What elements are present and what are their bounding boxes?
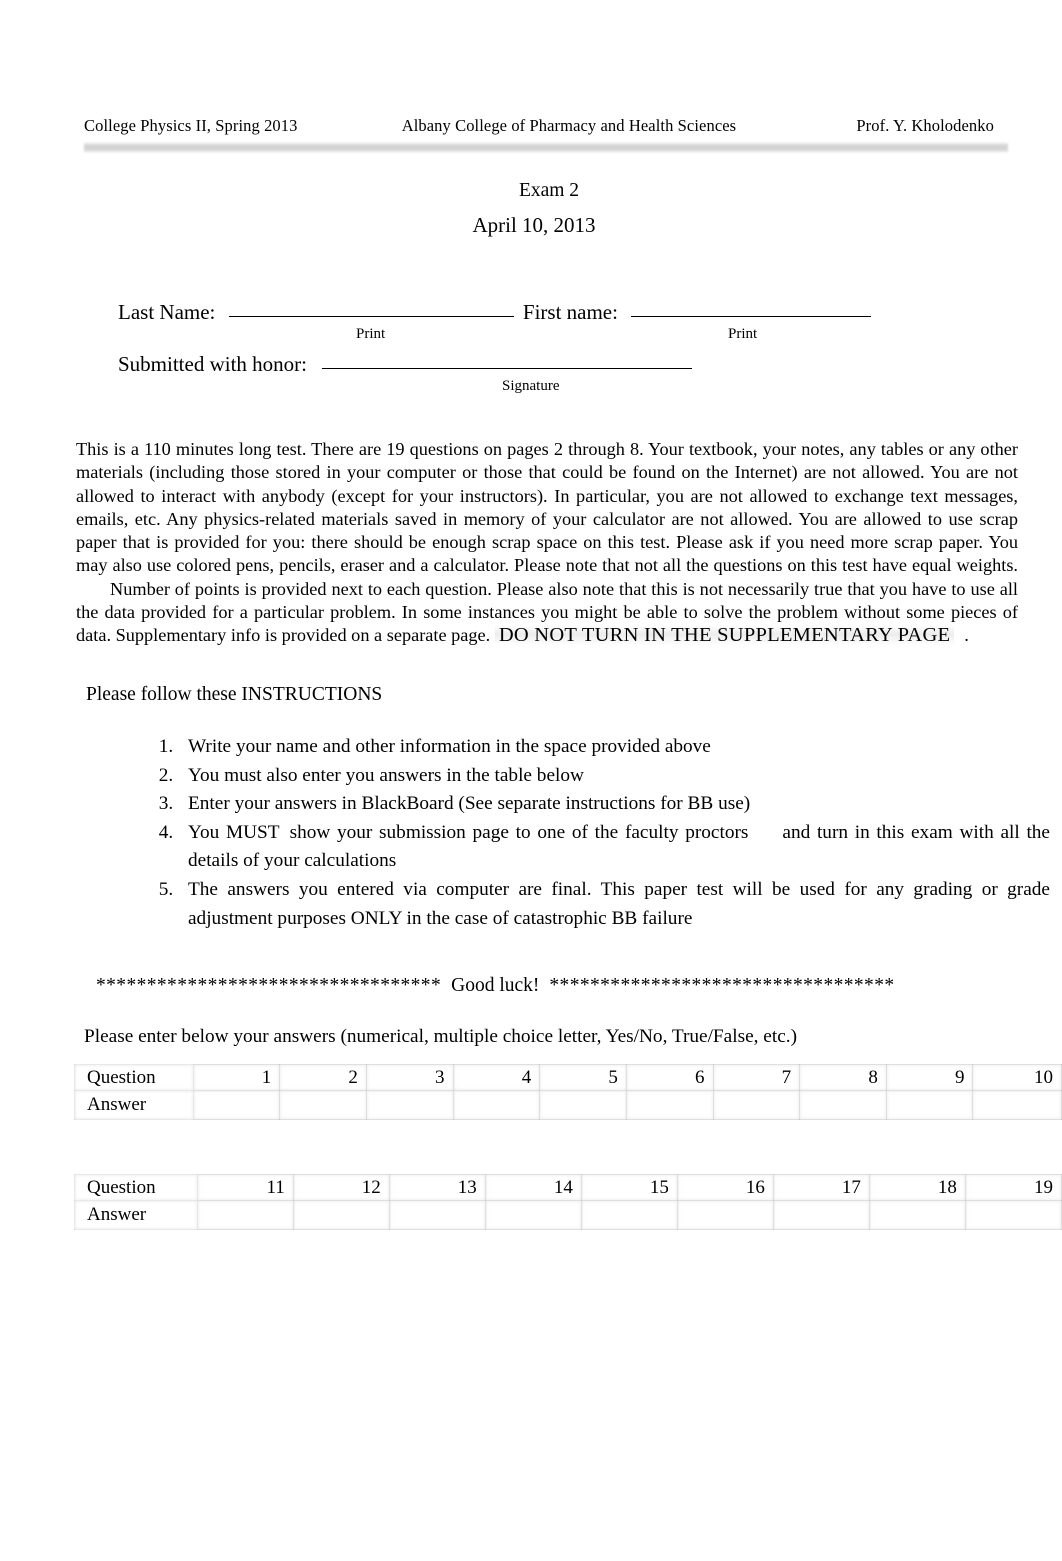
- good-luck-text: Good luck!: [451, 975, 540, 996]
- intro-part-5: .: [964, 625, 969, 646]
- answer-input-cell[interactable]: [868, 1200, 966, 1230]
- exam-date: April 10, 2013: [472, 213, 596, 237]
- answer-row-label: Answer: [74, 1200, 198, 1230]
- question-number-cell: 11: [196, 1174, 294, 1201]
- exam-page: College Physics II, Spring 2013 Albany C…: [0, 0, 1062, 1561]
- exam-instructions-paragraph: This is a 110 minutes long test. There a…: [76, 438, 1018, 648]
- student-info-fields: Last Name: First name: Print Print Submi…: [118, 300, 1018, 402]
- name-row: Last Name: First name:: [118, 300, 1018, 326]
- signature-row: Submitted with honor:: [118, 352, 1018, 378]
- answer-input-cell[interactable]: [964, 1200, 1062, 1230]
- stars-left: **********************************: [96, 975, 442, 996]
- instruction-item-4-b: show your submission page to one of the …: [289, 821, 749, 843]
- answer-input-cell[interactable]: [972, 1090, 1062, 1120]
- question-number-cell: 5: [539, 1064, 627, 1091]
- instructions-list: Write your name and other information in…: [146, 733, 1050, 933]
- question-number-cell: 14: [484, 1174, 582, 1201]
- first-name-print-caption: Print: [728, 326, 758, 342]
- header-professor: Prof. Y. Kholodenko: [856, 116, 994, 135]
- header-institution: Albany College of Pharmacy and Health Sc…: [401, 116, 737, 135]
- question-row-label: Question: [74, 1174, 198, 1201]
- stars-right: **********************************: [549, 975, 895, 996]
- supplementary-page-warning: DO NOT TURN IN THE SUPPLEMENTARY PAGE: [494, 624, 955, 647]
- answer-input-cell[interactable]: [580, 1200, 678, 1230]
- last-name-print-caption: Print: [356, 326, 386, 342]
- question-number-cell: 17: [772, 1174, 870, 1201]
- question-number-cell: 6: [625, 1064, 714, 1091]
- question-number-cell: 1: [192, 1064, 281, 1091]
- instruction-item-5: The answers you entered via computer are…: [178, 876, 1050, 933]
- question-number-cell: 8: [799, 1064, 887, 1091]
- answers-lead-text: Please enter below your answers (numeric…: [84, 1026, 797, 1047]
- question-number-cell: 19: [964, 1174, 1062, 1201]
- answer-table-2[interactable]: Question 11 12 13 14 15 16 17 18 19 Answ…: [74, 1174, 1062, 1230]
- answer-input-cell[interactable]: [388, 1200, 486, 1230]
- answer-input-cell[interactable]: [885, 1090, 974, 1120]
- answer-input-cell[interactable]: [279, 1090, 367, 1120]
- question-number-cell: 16: [676, 1174, 774, 1201]
- print-captions-row: Print Print: [118, 326, 1018, 350]
- table-row: Question 1 2 3 4 5 6 7 8 9 10: [74, 1064, 1062, 1091]
- answer-input-cell[interactable]: [676, 1200, 774, 1230]
- question-number-cell: 15: [580, 1174, 678, 1201]
- document-header: College Physics II, Spring 2013 Albany C…: [84, 116, 994, 136]
- question-number-cell: 2: [279, 1064, 367, 1091]
- answer-input-cell[interactable]: [452, 1090, 541, 1120]
- answer-input-cell[interactable]: [772, 1200, 870, 1230]
- question-number-cell: 9: [885, 1064, 974, 1091]
- first-name-label: First name:: [522, 300, 618, 324]
- title-block: Exam 2 April 10, 2013: [0, 173, 1062, 243]
- question-number-cell: 18: [868, 1174, 966, 1201]
- question-number-cell: 4: [452, 1064, 541, 1091]
- table-row: Question 11 12 13 14 15 16 17 18 19: [74, 1174, 1062, 1201]
- answer-input-cell[interactable]: [196, 1200, 294, 1230]
- instructions-heading: Please follow these INSTRUCTIONS: [86, 684, 383, 705]
- exam-title: Exam 2: [518, 180, 580, 201]
- last-name-input[interactable]: [228, 316, 514, 317]
- instruction-item-3: Enter your answers in BlackBoard (See se…: [178, 790, 1050, 819]
- last-name-label: Last Name:: [118, 300, 216, 324]
- question-row-label: Question: [74, 1064, 194, 1091]
- signature-caption-row: Signature: [118, 378, 1018, 402]
- intro-part-4: . Supplementary info is provided on a se…: [106, 625, 491, 646]
- signature-caption: Signature: [502, 378, 560, 394]
- header-course: College Physics II, Spring 2013: [84, 116, 298, 135]
- answer-row-label: Answer: [74, 1090, 194, 1120]
- answer-table-1[interactable]: Question 1 2 3 4 5 6 7 8 9 10 Answer: [74, 1064, 1062, 1120]
- answer-input-cell[interactable]: [192, 1090, 281, 1120]
- question-number-cell: 12: [292, 1174, 390, 1201]
- first-name-input[interactable]: [631, 316, 872, 317]
- answer-input-cell[interactable]: [539, 1090, 627, 1120]
- good-luck-banner: ********************************** Good l…: [96, 975, 996, 997]
- answer-input-cell[interactable]: [484, 1200, 582, 1230]
- table-row: Answer: [74, 1090, 1062, 1120]
- instruction-item-1: Write your name and other information in…: [178, 733, 1050, 762]
- answer-input-cell[interactable]: [712, 1090, 801, 1120]
- intro-part-1: This is a 110 minutes long test. There a…: [76, 439, 1018, 483]
- answer-input-cell[interactable]: [799, 1090, 887, 1120]
- signature-input[interactable]: [322, 368, 693, 369]
- question-number-cell: 10: [972, 1064, 1062, 1091]
- answer-input-cell[interactable]: [625, 1090, 714, 1120]
- header-divider-rule: [84, 142, 1008, 153]
- question-number-cell: 7: [712, 1064, 801, 1091]
- table-row: Answer: [74, 1200, 1062, 1230]
- answer-input-cell[interactable]: [365, 1090, 454, 1120]
- question-number-cell: 13: [388, 1174, 486, 1201]
- answer-input-cell[interactable]: [292, 1200, 390, 1230]
- instruction-item-2: You must also enter you answers in the t…: [178, 762, 1050, 791]
- instruction-item-4-a: You MUST: [188, 821, 280, 843]
- submitted-with-honor-label: Submitted with honor:: [118, 352, 307, 376]
- instruction-item-4: You MUST show your submission page to one…: [178, 819, 1050, 876]
- question-number-cell: 3: [365, 1064, 454, 1091]
